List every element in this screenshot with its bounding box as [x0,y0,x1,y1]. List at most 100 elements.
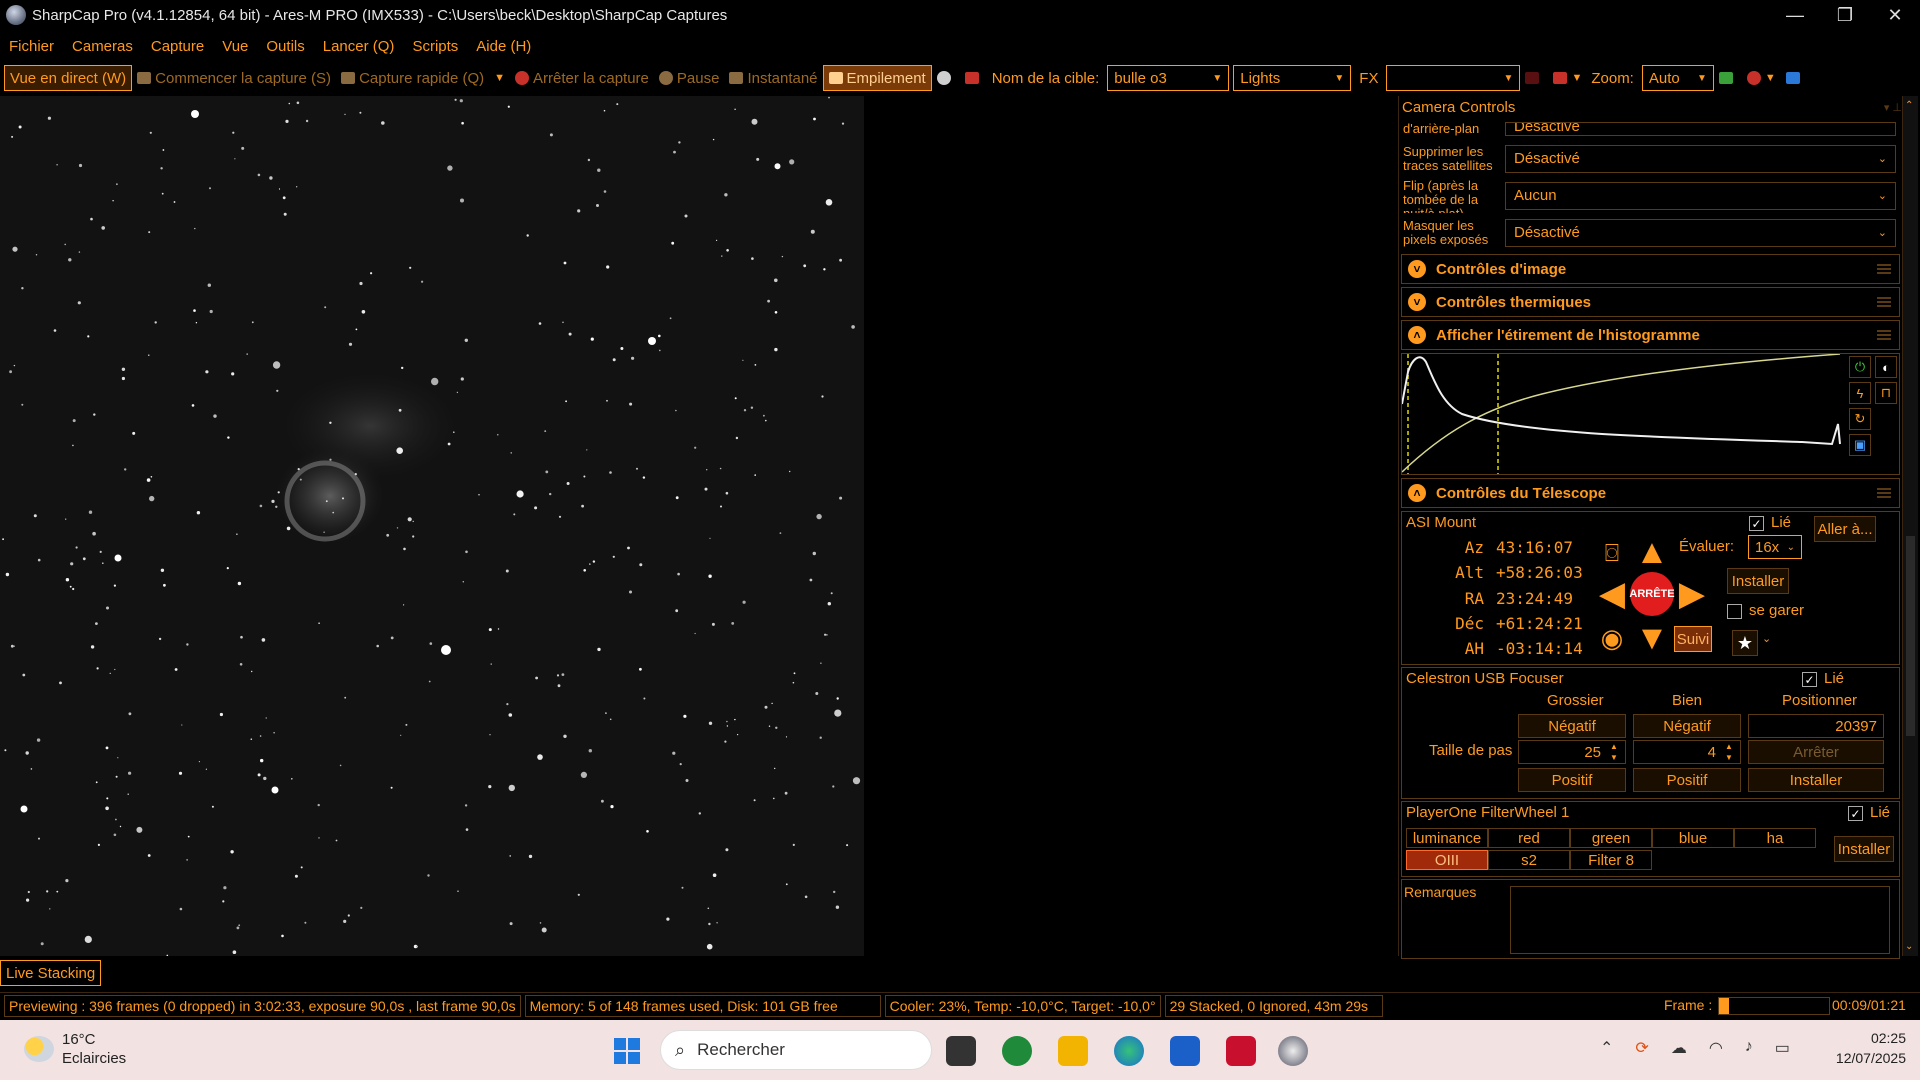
wifi-icon[interactable]: ◠ [1709,1038,1723,1058]
task-view-icon[interactable] [946,1036,976,1066]
sharpcap-taskbar-icon[interactable] [1278,1036,1308,1066]
filter-green[interactable]: green [1570,828,1652,848]
speaker-icon[interactable]: ♪ [1745,1038,1753,1058]
power-icon[interactable]: ⏻ [1849,356,1871,378]
quick-capture-button[interactable]: Capture rapide (Q) [336,65,489,91]
contrast-icon[interactable]: ◐ [1875,356,1897,378]
scroll-up-icon[interactable]: ⌃ [1905,100,1913,111]
menu-grip-icon[interactable] [1877,264,1891,274]
mask-pixels-select[interactable]: Désactivé ⌄ [1505,218,1896,247]
fine-step-field[interactable]: 4 ▲ ▼ [1633,740,1741,764]
telescope-controls-section[interactable]: ˄ Contrôles du Télescope [1401,478,1900,508]
pause-button[interactable]: Pause [654,65,725,91]
background-subtraction-select[interactable]: Désactivé [1505,122,1896,136]
menu-outils[interactable]: Outils [257,38,313,55]
coarse-negative-button[interactable]: Négatif [1518,714,1626,738]
panel-scrollbar[interactable]: ⌃ ⌄ [1902,96,1918,956]
lock-icon[interactable]: ⊓ [1875,382,1897,404]
arrow-down-icon[interactable]: ▼ [1632,618,1672,658]
maximize-button[interactable]: ❐ [1820,0,1870,30]
weather-widget[interactable]: 16°C Eclaircies [24,1030,126,1068]
star-icon[interactable]: ★ [1732,630,1758,656]
menu-capture[interactable]: Capture [142,38,213,55]
filterwheel-setup-button[interactable]: Installer [1834,836,1894,862]
focuser-stop-button[interactable]: Arrêter [1748,740,1884,764]
start-capture-button[interactable]: Commencer la capture (S) [132,65,336,91]
filter-luminance[interactable]: luminance [1406,828,1488,848]
save-icon[interactable]: ▣ [1849,434,1871,456]
microsoft-store-icon[interactable] [1170,1036,1200,1066]
focus-assist-button[interactable] [1781,65,1809,91]
arrow-up-icon[interactable]: ▲ [1632,532,1672,572]
stepper-icon[interactable]: ▲ ▼ [1720,742,1738,762]
hot-pixel-button[interactable]: ▼ [1548,65,1587,91]
chevron-up-icon[interactable]: ⌃ [1600,1038,1613,1058]
goto-button[interactable]: Aller à... [1814,516,1876,542]
filter-oiii[interactable]: OIII [1406,850,1488,870]
astro-app-icon[interactable] [1002,1036,1032,1066]
thermal-controls-section[interactable]: ˅ Contrôles thermiques [1401,287,1900,317]
fx-select[interactable]: ▼ [1386,65,1521,91]
satellite-trails-select[interactable]: Désactivé ⌄ [1505,144,1896,173]
stop-mount-button[interactable]: ARRÊTE [1629,572,1675,616]
arrow-right-icon[interactable]: ▶ [1672,574,1712,614]
frame-type-select[interactable]: Lights ▼ [1233,65,1352,91]
stop-capture-button[interactable]: Arrêter la capture [510,65,654,91]
focuser-position-field[interactable]: 20397 [1748,714,1884,738]
menu-aide[interactable]: Aide (H) [467,38,540,55]
chevron-down-icon[interactable]: ⌄ [1762,632,1771,645]
fine-negative-button[interactable]: Négatif [1633,714,1741,738]
filter-ha[interactable]: ha [1734,828,1816,848]
frame-crop-button[interactable] [1520,65,1548,91]
arrow-left-icon[interactable]: ◀ [1592,574,1632,614]
reticle-button[interactable] [960,65,988,91]
astro-tool-icon[interactable] [1226,1036,1256,1066]
focuser-setup-button[interactable]: Installer [1748,768,1884,792]
menu-lancer[interactable]: Lancer (Q) [314,38,404,55]
rate-select[interactable]: 16x ⌄ [1748,535,1802,559]
lightning-icon[interactable]: ϟ [1849,382,1871,404]
sync-icon[interactable]: ⟳ [1635,1038,1648,1058]
minimize-button[interactable]: — [1770,0,1820,30]
battery-icon[interactable]: ▭ [1775,1038,1790,1058]
histogram-display[interactable]: ⏻ ◐ ϟ ⊓ ↻ ▣ [1401,353,1900,475]
image-controls-section[interactable]: ˅ Contrôles d'image [1401,254,1900,284]
flip-select[interactable]: Aucun ⌄ [1505,181,1896,210]
mount-linked-checkbox[interactable]: ✓ [1749,516,1764,531]
mount-setup-button[interactable]: Installer [1727,568,1789,594]
scroll-down-icon[interactable]: ⌄ [1905,941,1913,952]
filter-blue[interactable]: blue [1652,828,1734,848]
taskbar-search[interactable]: ⌕ Rechercher [660,1030,932,1070]
filterwheel-linked-checkbox[interactable]: ✓ [1848,806,1863,821]
filter-red[interactable]: red [1488,828,1570,848]
tracking-button[interactable]: Suivi [1674,626,1712,652]
scrollbar-thumb[interactable] [1906,536,1915,736]
quick-capture-dropdown[interactable]: ▼ [489,65,510,91]
center-target-icon[interactable]: ◉ [1592,618,1632,658]
spiral-search-icon[interactable]: ⌼ [1592,534,1632,574]
live-view-button[interactable]: Vue en direct (W) [4,65,133,91]
coarse-step-field[interactable]: 25 ▲ ▼ [1518,740,1626,764]
file-explorer-icon[interactable] [1058,1036,1088,1066]
live-stacking-tab[interactable]: Live Stacking [0,960,102,986]
stacking-button[interactable]: Empilement [822,65,932,91]
close-button[interactable]: ✕ [1870,0,1920,30]
fine-positive-button[interactable]: Positif [1633,768,1741,792]
camera-image-view[interactable] [0,96,864,956]
menu-scripts[interactable]: Scripts [403,38,467,55]
clock[interactable]: 02:25 12/07/2025 [1836,1028,1906,1068]
polar-align-button[interactable]: ▼ [1742,65,1781,91]
reset-icon[interactable]: ↻ [1849,408,1871,430]
menu-grip-icon[interactable] [1877,330,1891,340]
focuser-linked-checkbox[interactable]: ✓ [1802,672,1817,687]
filter-8[interactable]: Filter 8 [1570,850,1652,870]
windows-start-icon[interactable] [612,1036,642,1066]
menu-vue[interactable]: Vue [213,38,257,55]
menu-cameras[interactable]: Cameras [63,38,142,55]
menu-grip-icon[interactable] [1877,488,1891,498]
edge-browser-icon[interactable] [1114,1036,1144,1066]
park-checkbox[interactable] [1727,604,1742,619]
histogram-section[interactable]: ˄ Afficher l'étirement de l'histogramme [1401,320,1900,350]
menu-grip-icon[interactable] [1877,297,1891,307]
histogram-button[interactable] [1714,65,1742,91]
